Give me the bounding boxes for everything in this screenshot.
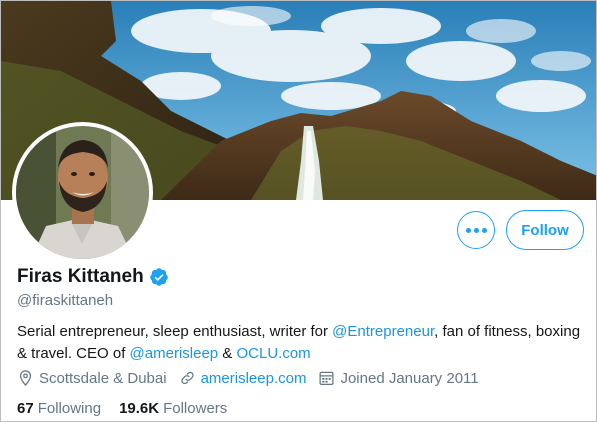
more-options-icon [465,227,487,233]
joined-text: Joined January 2011 [340,369,479,387]
followers-label: Followers [163,400,228,417]
bio-link-amerisleep[interactable]: @amerisleep [130,345,219,362]
website-link[interactable]: amerisleep.com [201,370,307,387]
bio-link-oclu[interactable]: OCLU.com [236,345,310,362]
website-item: amerisleep.com [179,369,307,387]
calendar-icon [319,371,334,386]
profile-handle: @firaskittaneh [17,292,114,309]
followers-count: 19.6K [119,400,160,417]
profile-name: Firas Kittaneh [17,266,144,287]
bio-text: Serial entrepreneur, sleep enthusiast, w… [17,323,333,340]
profile-bio: Serial entrepreneur, sleep enthusiast, w… [17,321,587,365]
profile-stats: 67 Following 19.6K Followers [17,400,245,417]
following-stat[interactable]: 67 Following [17,400,101,417]
location-pin-icon [19,370,32,387]
joined-item: Joined January 2011 [318,369,479,387]
following-label: Following [37,400,102,417]
profile-meta: Scottsdale & Dubai amerisleep.com Joined… [17,369,491,387]
followers-stat[interactable]: 19.6K Followers [119,400,227,417]
bio-link-entrepreneur[interactable]: @Entrepreneur [332,323,434,340]
profile-page: Follow Firas Kittaneh @firaskittaneh Ser… [0,0,597,422]
profile-avatar-frame[interactable] [12,122,153,263]
follow-button[interactable]: Follow [506,210,584,250]
location-text: Scottsdale & Dubai [39,369,167,387]
link-icon [180,371,194,385]
name-row: Firas Kittaneh [17,266,169,288]
following-count: 67 [17,400,34,417]
more-options-button[interactable] [457,211,495,249]
verified-badge-icon [149,268,168,286]
avatar[interactable] [16,126,149,259]
bio-text: & [218,345,237,362]
location-item: Scottsdale & Dubai [17,369,167,387]
